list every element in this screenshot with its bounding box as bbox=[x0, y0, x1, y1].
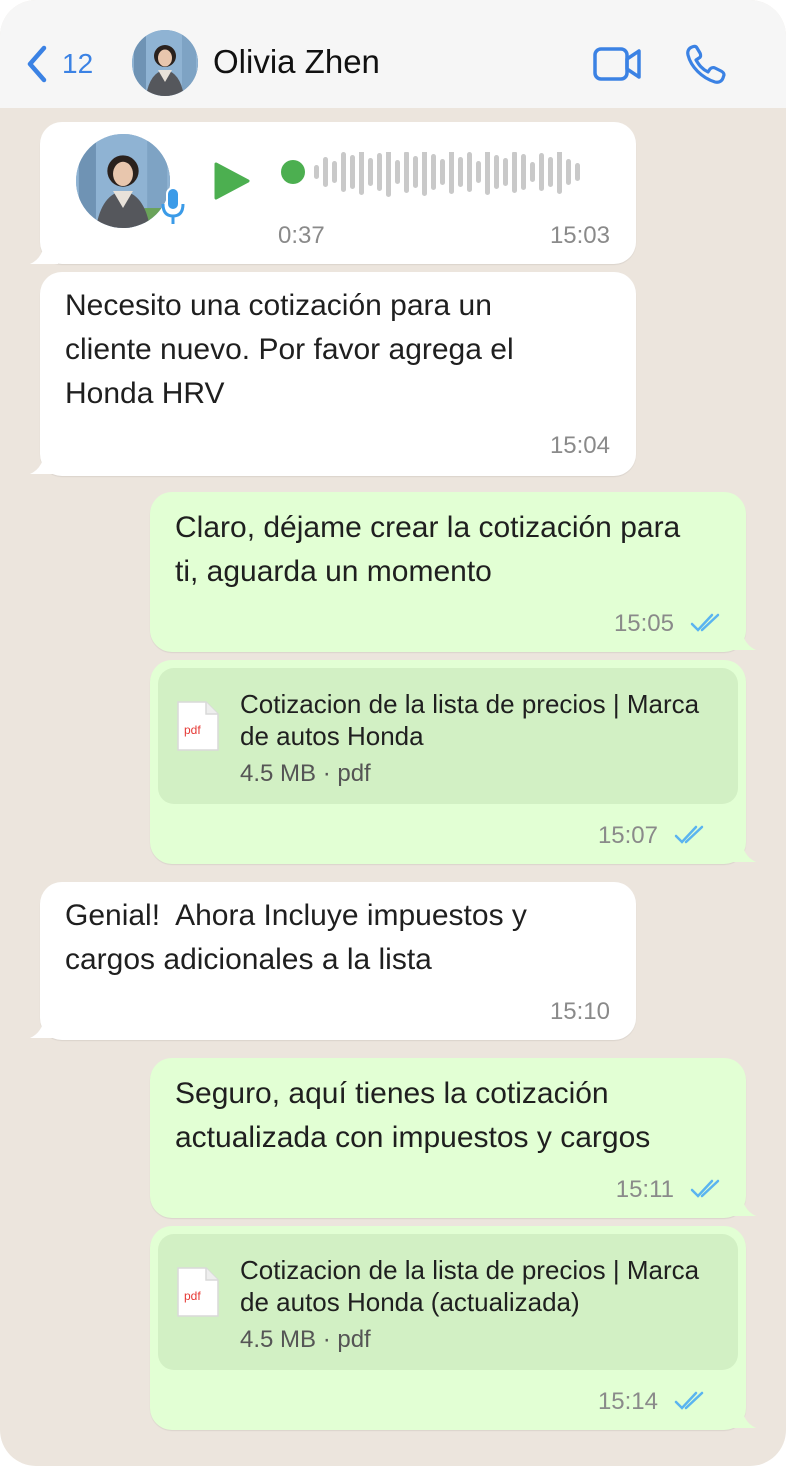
incoming-message[interactable]: Necesito una cotización para un cliente … bbox=[40, 272, 636, 476]
file-title: Cotizacion de la lista de precios | Marc… bbox=[240, 1255, 700, 1317]
waveform-bar bbox=[575, 163, 580, 181]
voice-sender-avatar bbox=[76, 134, 170, 228]
file-attachment[interactable]: pdf Cotizacion de la lista de precios | … bbox=[158, 1234, 738, 1370]
voice-duration: 0:37 bbox=[278, 222, 325, 249]
bubble-tail bbox=[728, 1188, 756, 1216]
waveform-bar bbox=[440, 159, 445, 185]
microphone-icon bbox=[161, 187, 185, 224]
video-call-button[interactable] bbox=[592, 42, 642, 91]
waveform-bar bbox=[521, 154, 526, 190]
waveform-bar bbox=[350, 155, 355, 189]
video-camera-icon bbox=[593, 47, 641, 81]
waveform-bar bbox=[503, 158, 508, 186]
waveform-bar bbox=[467, 152, 472, 192]
message-time: 15:07 bbox=[597, 822, 658, 849]
bubble-tail bbox=[728, 834, 756, 862]
waveform-bar bbox=[323, 157, 328, 187]
bubble-tail bbox=[30, 236, 58, 264]
phone-icon bbox=[686, 44, 726, 84]
waveform-bar bbox=[548, 157, 553, 187]
waveform-bar bbox=[530, 162, 535, 182]
bubble-tail bbox=[728, 1400, 756, 1428]
file-icon-label: pdf bbox=[184, 1289, 201, 1303]
file-title: Cotizacion de la lista de precios | Marc… bbox=[240, 689, 700, 751]
chevron-left-icon bbox=[27, 45, 47, 83]
file-icon-label: pdf bbox=[184, 723, 201, 737]
waveform-bar bbox=[557, 152, 562, 194]
double-check-icon bbox=[690, 613, 720, 632]
file-meta: 4.5 MB · pdf bbox=[240, 1326, 371, 1353]
double-check-icon bbox=[674, 825, 704, 844]
play-icon[interactable] bbox=[212, 160, 252, 202]
waveform-bar bbox=[485, 152, 490, 195]
pdf-file-icon: pdf bbox=[177, 701, 219, 751]
waveform-bar bbox=[458, 157, 463, 187]
waveform-bar bbox=[359, 152, 364, 195]
contact-name[interactable]: Olivia Zhen bbox=[213, 43, 380, 81]
waveform-bar bbox=[377, 153, 382, 191]
playhead[interactable] bbox=[281, 160, 305, 184]
message-time: 15:11 bbox=[615, 1176, 674, 1203]
waveform-bar bbox=[449, 152, 454, 194]
outgoing-message[interactable]: Seguro, aquí tienes la cotización actual… bbox=[150, 1058, 746, 1218]
bubble-tail bbox=[30, 1010, 58, 1038]
message-time: 15:14 bbox=[597, 1388, 658, 1415]
file-attachment[interactable]: pdf Cotizacion de la lista de precios | … bbox=[158, 668, 738, 804]
chat-screen: 12 Olivia Zhen 0:37 15:03 Necesito una c… bbox=[0, 0, 786, 1466]
waveform-bar bbox=[368, 158, 373, 186]
message-text: Claro, déjame crear la cotización para t… bbox=[175, 511, 681, 588]
file-meta: 4.5 MB · pdf bbox=[240, 760, 371, 787]
waveform-bar bbox=[566, 159, 571, 185]
waveform-bar bbox=[332, 161, 337, 183]
voice-message[interactable]: 0:37 15:03 bbox=[40, 122, 636, 264]
incoming-message[interactable]: Genial! Ahora Incluye impuestos y cargos… bbox=[40, 882, 636, 1040]
avatar-image bbox=[76, 134, 170, 228]
contact-avatar[interactable] bbox=[132, 30, 198, 96]
waveform-bar bbox=[476, 161, 481, 183]
voice-waveform[interactable] bbox=[276, 152, 586, 212]
message-time: 15:04 bbox=[549, 432, 610, 459]
voice-call-button[interactable] bbox=[684, 42, 728, 91]
unread-count: 12 bbox=[62, 48, 94, 79]
bubble-tail bbox=[30, 446, 58, 474]
avatar-image bbox=[132, 30, 198, 96]
waveform-bar bbox=[395, 160, 400, 184]
message-text: Necesito una cotización para un cliente … bbox=[65, 289, 514, 410]
waveform-bar bbox=[386, 152, 391, 197]
chat-header: 12 Olivia Zhen bbox=[0, 0, 786, 108]
bubble-tail bbox=[728, 622, 756, 650]
outgoing-message[interactable]: Claro, déjame crear la cotización para t… bbox=[150, 492, 746, 652]
waveform-bar bbox=[512, 152, 517, 193]
waveform-bar bbox=[539, 153, 544, 191]
outgoing-file-message[interactable]: pdf Cotizacion de la lista de precios | … bbox=[150, 1226, 746, 1430]
message-time: 15:03 bbox=[549, 222, 610, 249]
message-text: Genial! Ahora Incluye impuestos y cargos… bbox=[65, 899, 527, 976]
waveform-bar bbox=[413, 156, 418, 188]
double-check-icon bbox=[674, 1391, 704, 1410]
message-list[interactable]: 0:37 15:03 Necesito una cotización para … bbox=[0, 108, 786, 1466]
waveform-bar bbox=[494, 155, 499, 189]
waveform-bar bbox=[431, 154, 436, 190]
waveform-bar bbox=[404, 152, 409, 193]
outgoing-file-message[interactable]: pdf Cotizacion de la lista de precios | … bbox=[150, 660, 746, 864]
waveform-bar bbox=[314, 165, 319, 179]
double-check-icon bbox=[690, 1179, 720, 1198]
pdf-file-icon: pdf bbox=[177, 1267, 219, 1317]
message-time: 15:05 bbox=[613, 610, 674, 637]
waveform-bar bbox=[422, 152, 427, 196]
back-button[interactable]: 12 bbox=[24, 38, 93, 90]
message-time: 15:10 bbox=[549, 998, 610, 1025]
waveform-bar bbox=[341, 152, 346, 192]
message-text: Seguro, aquí tienes la cotización actual… bbox=[175, 1077, 651, 1154]
